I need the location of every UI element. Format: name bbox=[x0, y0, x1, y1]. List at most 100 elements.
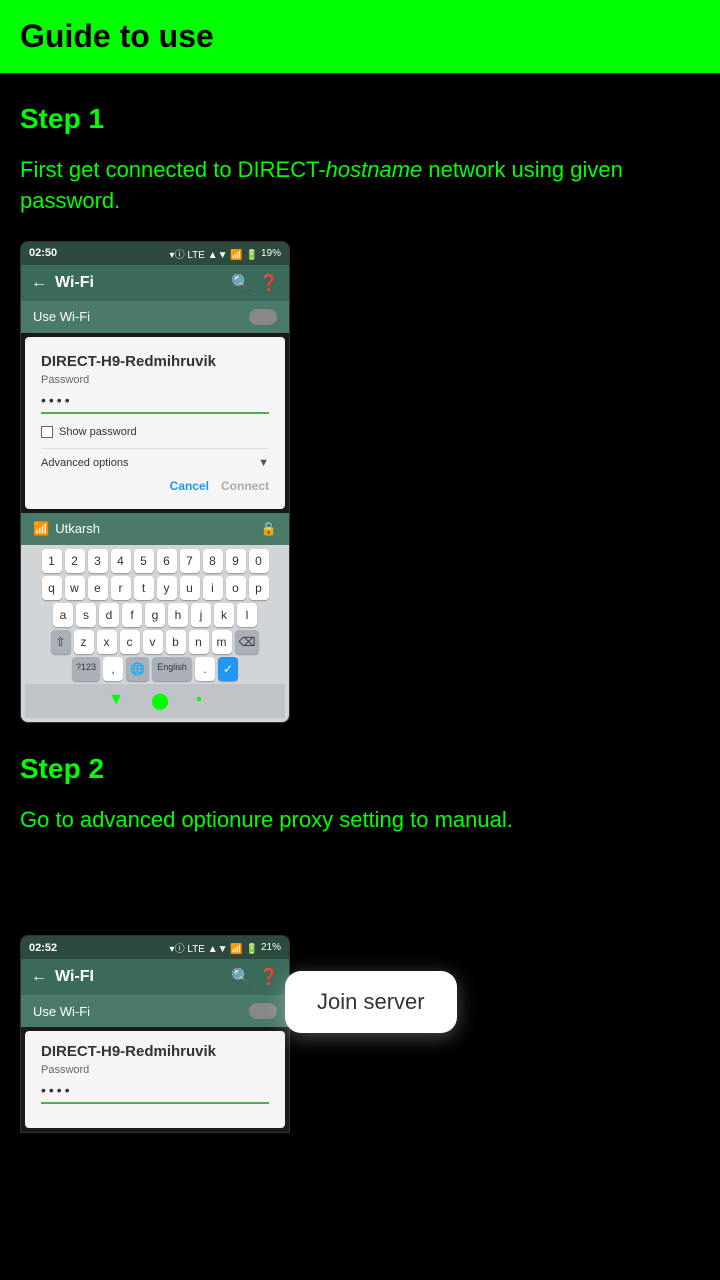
backspace-key[interactable]: ⌫ bbox=[235, 630, 260, 654]
key-3[interactable]: 3 bbox=[88, 549, 108, 573]
key-v[interactable]: v bbox=[143, 630, 163, 654]
password-dots-2: •••• bbox=[41, 1082, 269, 1104]
wifi-toolbar-1: ← Wi-Fi 🔍 ❓ bbox=[21, 265, 289, 301]
phone-screenshot-2: 02:52 ▾ⓘ LTE ▲▼ 📶 🔋 21% ← Wi-FI 🔍 ❓ Use … bbox=[20, 935, 290, 1133]
key-f[interactable]: f bbox=[122, 603, 142, 627]
status-time-1: 02:50 bbox=[29, 247, 57, 259]
key-r[interactable]: r bbox=[111, 576, 131, 600]
comma-key[interactable]: , bbox=[103, 657, 123, 681]
keyboard-nav: ▼ ⬤ ▪ bbox=[25, 684, 285, 718]
status-bar-2: 02:52 ▾ⓘ LTE ▲▼ 📶 🔋 21% bbox=[21, 936, 289, 959]
lock-icon: 🔒 bbox=[261, 521, 277, 537]
dialog-title-2: DIRECT-H9-Redmihruvik bbox=[41, 1043, 269, 1060]
key-w[interactable]: w bbox=[65, 576, 85, 600]
wifi-toolbar-2: ← Wi-FI 🔍 ❓ bbox=[21, 959, 289, 995]
connect-button[interactable]: Connect bbox=[221, 479, 269, 493]
keyboard-row-zxcv: ⇧ z x c v b n m ⌫ bbox=[25, 630, 285, 654]
enter-key[interactable]: ✓ bbox=[218, 657, 238, 681]
key-z[interactable]: z bbox=[74, 630, 94, 654]
key-1[interactable]: 1 bbox=[42, 549, 62, 573]
step2-section: Step 2 Go to advanced optionure proxy se… bbox=[0, 753, 720, 836]
key-n[interactable]: n bbox=[189, 630, 209, 654]
key-u[interactable]: u bbox=[180, 576, 200, 600]
step1-text-before: First get connected to DIRECT- bbox=[20, 157, 326, 182]
use-wifi-row-1: Use Wi-Fi bbox=[21, 301, 289, 333]
wifi-dialog-2: DIRECT-H9-Redmihruvik Password •••• bbox=[25, 1031, 285, 1128]
shift-key[interactable]: ⇧ bbox=[51, 630, 71, 654]
show-password-row-1: Show password bbox=[41, 426, 269, 438]
step2-description: Go to advanced optionure proxy setting t… bbox=[0, 805, 720, 836]
key-2[interactable]: 2 bbox=[65, 549, 85, 573]
key-7[interactable]: 7 bbox=[180, 549, 200, 573]
key-0[interactable]: 0 bbox=[249, 549, 269, 573]
dialog-title-1: DIRECT-H9-Redmihruvik bbox=[41, 353, 269, 370]
advanced-options-row: Advanced options ▼ bbox=[41, 448, 269, 469]
keyboard-row-bottom: ?123 , 🌐 English . ✓ bbox=[25, 657, 285, 681]
use-wifi-label-2: Use Wi-Fi bbox=[33, 1004, 90, 1019]
key-5[interactable]: 5 bbox=[134, 549, 154, 573]
battery-percent-1: 19% bbox=[261, 248, 281, 259]
keyboard-row-numbers: 1 2 3 4 5 6 7 8 9 0 bbox=[25, 549, 285, 573]
status-bar-1: 02:50 ▾ⓘ LTE ▲▼ 📶 🔋 19% bbox=[21, 242, 289, 265]
key-p[interactable]: p bbox=[249, 576, 269, 600]
status-time-2: 02:52 bbox=[29, 942, 57, 954]
signal-icons-2: ▾ⓘ LTE ▲▼ 📶 🔋 bbox=[170, 940, 258, 955]
key-e[interactable]: e bbox=[88, 576, 108, 600]
key-9[interactable]: 9 bbox=[226, 549, 246, 573]
key-m[interactable]: m bbox=[212, 630, 232, 654]
header-title: Guide to use bbox=[20, 18, 214, 54]
join-server-tooltip[interactable]: Join server bbox=[285, 971, 457, 1033]
key-h[interactable]: h bbox=[168, 603, 188, 627]
keyboard-1: 1 2 3 4 5 6 7 8 9 0 q w e r t y u i o p … bbox=[21, 545, 289, 722]
wifi-title-2: Wi-FI bbox=[55, 968, 223, 986]
key-c[interactable]: c bbox=[120, 630, 140, 654]
step1-hostname: hostname bbox=[326, 157, 423, 182]
key-6[interactable]: 6 bbox=[157, 549, 177, 573]
use-wifi-row-2: Use Wi-Fi bbox=[21, 995, 289, 1027]
key-d[interactable]: d bbox=[99, 603, 119, 627]
key-j[interactable]: j bbox=[191, 603, 211, 627]
key-i[interactable]: i bbox=[203, 576, 223, 600]
key-l[interactable]: l bbox=[237, 603, 257, 627]
key-a[interactable]: a bbox=[53, 603, 73, 627]
back-icon-2: ← bbox=[31, 968, 47, 986]
nav-square-icon[interactable]: ▪ bbox=[184, 688, 214, 714]
header: Guide to use bbox=[0, 0, 720, 73]
nav-down-icon[interactable]: ▼ bbox=[96, 688, 136, 714]
keyboard-row-qwerty: q w e r t y u i o p bbox=[25, 576, 285, 600]
step1-description: First get connected to DIRECT-hostname n… bbox=[0, 155, 720, 217]
search-icon-2: 🔍 bbox=[231, 967, 251, 987]
show-password-checkbox[interactable] bbox=[41, 426, 53, 438]
key-x[interactable]: x bbox=[97, 630, 117, 654]
dialog-subtitle-1: Password bbox=[41, 374, 269, 386]
wifi-dialog-1: DIRECT-H9-Redmihruvik Password •••• Show… bbox=[25, 337, 285, 509]
join-server-label: Join server bbox=[317, 989, 425, 1014]
key-s[interactable]: s bbox=[76, 603, 96, 627]
step2-label: Step 2 bbox=[0, 753, 720, 785]
language-key[interactable]: English bbox=[152, 657, 192, 681]
cancel-button[interactable]: Cancel bbox=[170, 479, 209, 493]
help-icon: ❓ bbox=[259, 273, 279, 293]
dialog-subtitle-2: Password bbox=[41, 1064, 269, 1076]
symbols-key[interactable]: ?123 bbox=[72, 657, 100, 681]
key-t[interactable]: t bbox=[134, 576, 154, 600]
key-y[interactable]: y bbox=[157, 576, 177, 600]
wifi-toggle-2 bbox=[249, 1003, 277, 1019]
key-k[interactable]: k bbox=[214, 603, 234, 627]
nav-home-icon[interactable]: ⬤ bbox=[139, 688, 181, 714]
wifi-signal-icon: ▾ⓘ LTE ▲▼ 📶 🔋 bbox=[170, 246, 258, 261]
dialog-buttons: Cancel Connect bbox=[41, 479, 269, 493]
key-o[interactable]: o bbox=[226, 576, 246, 600]
key-b[interactable]: b bbox=[166, 630, 186, 654]
password-dots-1: •••• bbox=[41, 392, 269, 414]
key-4[interactable]: 4 bbox=[111, 549, 131, 573]
key-q[interactable]: q bbox=[42, 576, 62, 600]
key-g[interactable]: g bbox=[145, 603, 165, 627]
network-row-1: 📶 Utkarsh 🔒 bbox=[21, 513, 289, 545]
period-key[interactable]: . bbox=[195, 657, 215, 681]
key-8[interactable]: 8 bbox=[203, 549, 223, 573]
step2-text-before: Go to advanced option bbox=[20, 807, 241, 832]
globe-key[interactable]: 🌐 bbox=[126, 657, 149, 681]
back-icon: ← bbox=[31, 274, 47, 292]
wifi-icon: 📶 bbox=[33, 521, 49, 537]
